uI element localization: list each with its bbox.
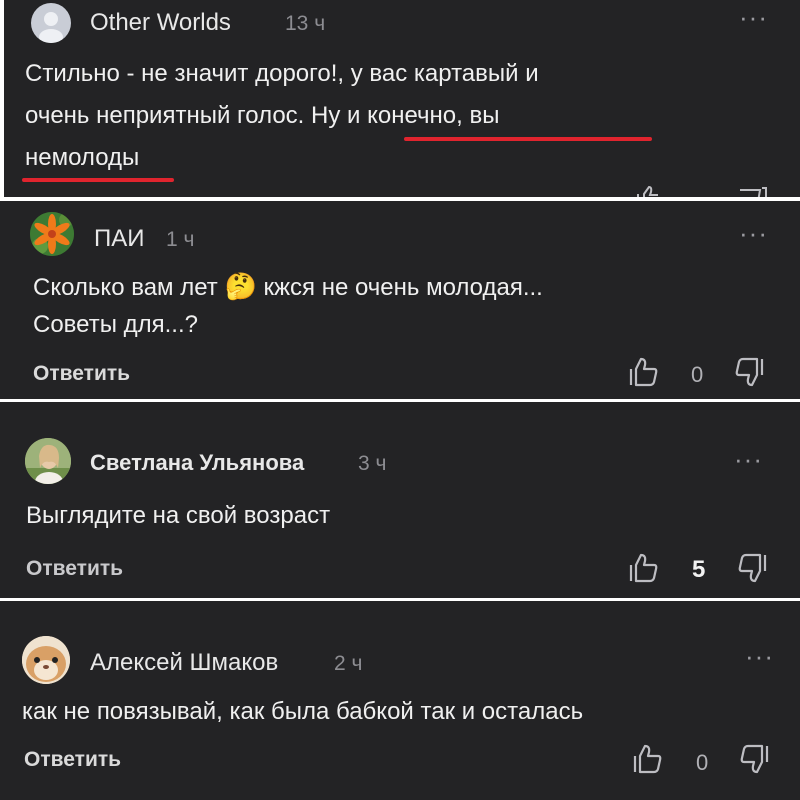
author-name[interactable]: Алексей Шмаков	[90, 649, 278, 677]
comment-time: 3 ч	[358, 452, 387, 475]
comment-time: 2 ч	[334, 652, 363, 675]
comment-card: Алексей Шмаков 2 ч ··· как не повязывай,…	[0, 601, 800, 800]
comment-text-line: Выглядите на свой возраст	[26, 502, 331, 529]
more-options-icon[interactable]: ···	[734, 446, 763, 472]
comment-text-part: кжся не очень молодая...	[263, 274, 543, 301]
thumbs-down-icon[interactable]	[738, 186, 768, 197]
comment-time: 1 ч	[166, 228, 195, 251]
comment-text-line: Стильно - не значит дорого!, у вас карта…	[25, 60, 539, 87]
likes-count: 5	[692, 556, 706, 583]
likes-count: 0	[696, 750, 709, 775]
likes-count: 0	[691, 362, 704, 387]
author-name[interactable]: Other Worlds	[90, 9, 231, 37]
photo-avatar-icon	[25, 438, 71, 484]
thumbs-up-icon[interactable]	[632, 744, 664, 774]
comment-text-line: очень неприятный голос. Ну и конечно, вы	[25, 102, 500, 129]
author-name[interactable]: ПАИ	[94, 225, 145, 253]
comment-text-line: Советы для...?	[33, 311, 198, 338]
thumbs-up-icon[interactable]	[634, 186, 664, 197]
comment-card: Светлана Ульянова 3 ч ··· Выглядите на с…	[0, 402, 800, 598]
thumbs-up-icon[interactable]	[628, 553, 660, 583]
thumbs-down-icon[interactable]	[733, 357, 765, 387]
thumbs-down-icon[interactable]	[736, 553, 768, 583]
comment-time: 13 ч	[285, 12, 326, 35]
more-options-icon[interactable]: ···	[739, 220, 768, 246]
comment-card: Other Worlds 13 ч ··· Стильно - не значи…	[4, 0, 800, 197]
flower-avatar-icon	[30, 212, 74, 256]
highlight-underline	[22, 178, 174, 182]
highlight-underline	[404, 137, 652, 141]
reply-button[interactable]: Ответить	[24, 748, 121, 772]
reply-button[interactable]: Ответить	[33, 362, 130, 386]
comment-text-line: Сколько вам лет 🤔 кжся не очень молодая.…	[33, 267, 543, 307]
thinking-face-emoji: 🤔	[224, 271, 257, 301]
user-placeholder-icon	[39, 12, 63, 43]
thumbs-up-icon[interactable]	[628, 357, 660, 387]
avatar[interactable]	[31, 3, 71, 43]
thumbs-down-icon[interactable]	[738, 744, 770, 774]
comment-card: ПАИ 1 ч ··· Сколько вам лет 🤔 кжся не оч…	[0, 201, 800, 399]
reply-button[interactable]: Ответить	[26, 557, 123, 581]
avatar[interactable]	[25, 438, 71, 484]
comment-text-line: немолоды	[25, 144, 140, 171]
more-options-icon[interactable]: ···	[739, 4, 768, 30]
author-name[interactable]: Светлана Ульянова	[90, 450, 304, 476]
comment-text-line: как не повязывай, как была бабкой так и …	[22, 698, 584, 725]
avatar[interactable]	[22, 636, 70, 684]
more-options-icon[interactable]: ···	[745, 643, 774, 669]
hamster-avatar-icon	[22, 636, 70, 684]
comment-text-part: Сколько вам лет	[33, 274, 218, 301]
avatar[interactable]	[30, 212, 74, 256]
